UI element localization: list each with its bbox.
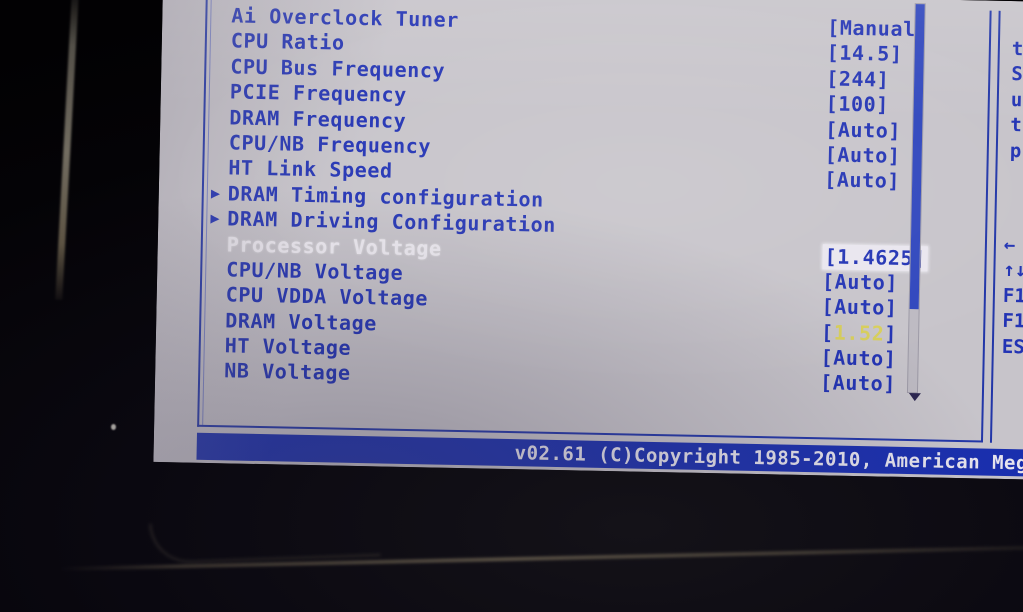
photo-of-monitor: .Ai Overclock Tuner[Manual].CPU Ratio[14…	[0, 0, 1023, 612]
bezel-bottom-curve	[149, 515, 381, 565]
row-indent: .	[201, 308, 226, 334]
menu-row-value[interactable]: [Auto]	[825, 117, 901, 144]
row-indent: .	[207, 28, 232, 54]
menu-row-label: HT Link Speed	[228, 155, 393, 183]
help-panel-keys: ← ↑↓ F1 F1 ESC	[1002, 233, 1023, 361]
menu-row-value[interactable]: [Auto]	[820, 345, 896, 372]
row-indent: .	[206, 54, 231, 80]
help-key: F1	[1002, 310, 1023, 333]
menu-row-value[interactable]: [100]	[825, 91, 889, 118]
row-indent: .	[206, 79, 231, 105]
help-line: p	[1009, 139, 1022, 162]
menu-row-value[interactable]: [Auto]	[821, 295, 897, 322]
menu-row-value[interactable]: [Auto]	[822, 269, 898, 296]
help-line: S	[1011, 63, 1023, 86]
help-line: t	[1010, 114, 1023, 137]
bios-screen: .Ai Overclock Tuner[Manual].CPU Ratio[14…	[153, 0, 1023, 480]
row-indent: .	[203, 231, 228, 257]
help-panel: tSutp ← ↑↓ F1 F1 ESC	[989, 10, 1023, 445]
row-indent: .	[205, 130, 230, 156]
menu-row-label: CPU/NB Voltage	[226, 257, 404, 285]
row-indent: .	[204, 155, 229, 181]
row-indent: .	[200, 358, 225, 384]
help-line: t	[1011, 38, 1023, 61]
scroll-down-arrow-icon[interactable]	[908, 393, 921, 402]
submenu-arrow-icon: ▶	[210, 209, 221, 228]
row-indent: .	[202, 282, 227, 308]
help-key: F1	[1002, 284, 1023, 308]
help-line: u	[1010, 88, 1023, 112]
menu-row-label: DRAM Frequency	[229, 104, 407, 133]
submenu-arrow-icon: ▶	[210, 183, 221, 202]
menu-row-label: HT Voltage	[224, 333, 352, 360]
row-indent: .	[200, 333, 225, 359]
menu-row-value[interactable]: [Auto]	[820, 371, 896, 398]
help-key: ↑↓	[1003, 259, 1023, 282]
row-indent: .	[205, 104, 230, 130]
help-panel-description: tSutp	[1010, 37, 1023, 164]
menu-row-value[interactable]: [Auto]	[824, 142, 900, 169]
bios-menu-list: .Ai Overclock Tuner[Manual].CPU Ratio[14…	[200, 3, 967, 399]
menu-row-label: CPU Ratio	[230, 28, 345, 56]
bezel-speck	[111, 424, 116, 430]
menu-row-value[interactable]: [1.52]	[821, 320, 897, 347]
row-indent: .	[202, 257, 227, 283]
help-key: ESC	[1001, 335, 1023, 359]
menu-row-value[interactable]: [Auto]	[824, 168, 900, 195]
menu-row-value[interactable]: [244]	[826, 66, 890, 93]
row-indent: .	[207, 3, 232, 29]
menu-row-value[interactable]: [14.5]	[826, 41, 903, 68]
help-key: ←	[1003, 233, 1016, 257]
menu-row-label: NB Voltage	[224, 358, 351, 386]
monitor-screen: .Ai Overclock Tuner[Manual].CPU Ratio[14…	[153, 0, 1023, 480]
menu-row-label: PCIE Frequency	[229, 79, 408, 108]
menu-row-label: DRAM Voltage	[225, 308, 378, 336]
